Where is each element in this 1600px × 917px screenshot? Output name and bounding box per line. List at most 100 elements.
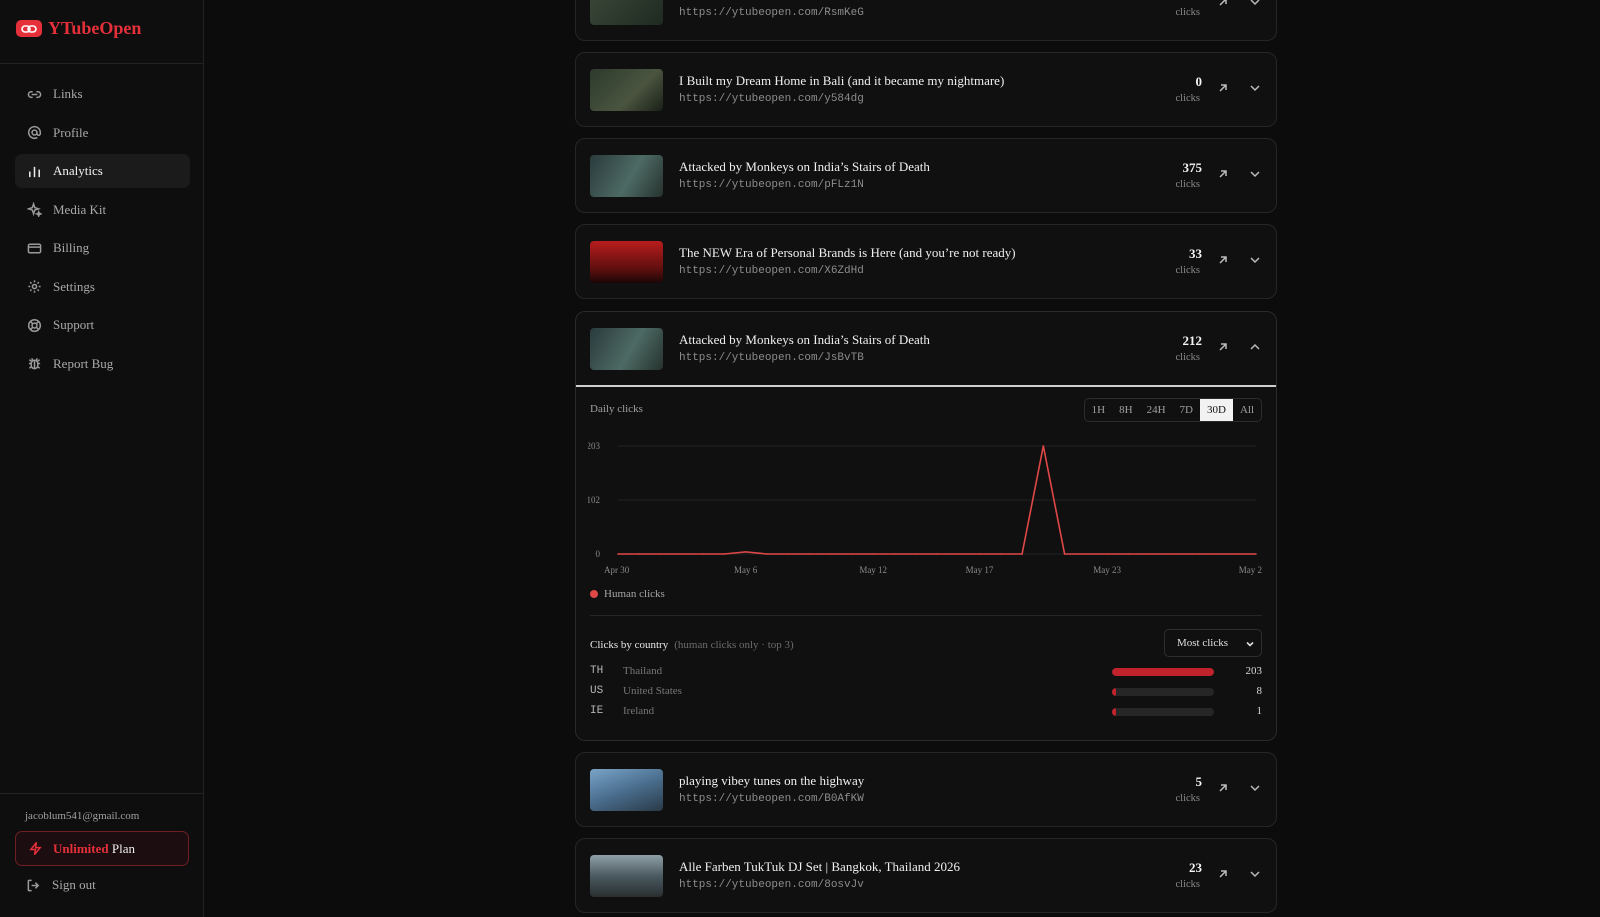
data-point: [787, 553, 789, 555]
chevron-down-icon: [1246, 641, 1254, 647]
sign-out-label: Sign out: [52, 877, 96, 892]
expand-button[interactable]: [1248, 81, 1262, 95]
clicks-by-country-title: Clicks by country (human clicks only · to…: [590, 639, 794, 651]
arrow-up-right-icon: [1219, 343, 1227, 351]
link-url[interactable]: https://ytubeopen.com/pFLz1N: [679, 179, 864, 191]
arrow-up-right-icon: [1219, 0, 1227, 6]
plan-badge[interactable]: Unlimited Plan: [15, 831, 189, 866]
click-count: 33: [1189, 246, 1202, 261]
clicks-label: clicks: [1175, 793, 1201, 804]
y-tick-label: 102: [588, 495, 600, 505]
link-card[interactable]: https://ytubeopen.com/RsmKeG clicks: [575, 0, 1277, 41]
data-point: [702, 553, 704, 555]
arrow-up-right-icon: [1219, 784, 1227, 792]
link-title: Alle Farben TukTuk DJ Set | Bangkok, Tha…: [679, 859, 961, 874]
click-count: 375: [1182, 160, 1203, 175]
link-url[interactable]: https://ytubeopen.com/JsBvTB: [679, 352, 864, 364]
bug-icon: [28, 358, 41, 370]
range-24h[interactable]: 24H: [1140, 399, 1173, 421]
video-thumbnail: [590, 0, 663, 25]
chevron-down-icon: [1250, 0, 1260, 6]
sidebar-item-analytics[interactable]: Analytics: [15, 154, 190, 188]
expand-button[interactable]: [1248, 253, 1262, 267]
data-point: [936, 553, 938, 555]
data-point: [1106, 553, 1108, 555]
app-logo[interactable]: YTubeOpen: [16, 18, 141, 39]
expand-button[interactable]: [1248, 167, 1262, 181]
range-1h[interactable]: 1H: [1085, 399, 1112, 421]
clicks-label: clicks: [1175, 93, 1201, 104]
logo-link-icon: [16, 20, 42, 37]
data-point: [829, 553, 832, 555]
chevron-down-icon: [1250, 871, 1260, 878]
lifebuoy-icon: [27, 318, 42, 332]
link-url[interactable]: https://ytubeopen.com/RsmKeG: [679, 7, 864, 19]
sidebar-item-report-bug[interactable]: Report Bug: [15, 347, 190, 381]
sidebar-item-profile[interactable]: Profile: [15, 116, 190, 150]
plan-name: Unlimited: [53, 840, 109, 856]
open-link-button[interactable]: [1216, 0, 1230, 9]
range-all[interactable]: All: [1233, 399, 1261, 421]
link-title: playing vibey tunes on the highway: [679, 773, 865, 788]
link-card[interactable]: The NEW Era of Personal Brands is Here (…: [575, 224, 1277, 299]
sidebar-item-label: Links: [53, 86, 83, 101]
country-row: US United States 8: [590, 685, 1262, 701]
clicks-label: clicks: [1175, 7, 1201, 18]
data-point: [617, 553, 619, 555]
collapse-button[interactable]: [1248, 340, 1262, 354]
country-bar: [1112, 668, 1214, 676]
link-url[interactable]: https://ytubeopen.com/X6ZdHd: [679, 265, 864, 277]
click-count: 23: [1189, 860, 1202, 875]
sidebar-item-settings[interactable]: Settings: [15, 270, 190, 304]
sort-select[interactable]: Most clicks: [1164, 629, 1262, 657]
open-link-button[interactable]: [1216, 253, 1230, 267]
country-row: TH Thailand 203: [590, 665, 1262, 681]
expand-button[interactable]: [1248, 781, 1262, 795]
sign-out-button[interactable]: Sign out: [26, 877, 96, 893]
link-card[interactable]: I Built my Dream Home in Bali (and it be…: [575, 52, 1277, 127]
expand-button[interactable]: [1248, 867, 1262, 881]
link-card[interactable]: Alle Farben TukTuk DJ Set | Bangkok, Tha…: [575, 838, 1277, 913]
video-thumbnail: [590, 241, 663, 283]
range-30d[interactable]: 30D: [1199, 399, 1233, 421]
open-link-button[interactable]: [1216, 867, 1230, 881]
account-email: jacoblum541@gmail.com: [25, 810, 140, 822]
data-point: [1063, 553, 1066, 555]
link-url[interactable]: https://ytubeopen.com/8osvJv: [679, 879, 864, 891]
link-card[interactable]: playing vibey tunes on the highway https…: [575, 752, 1277, 827]
link-url[interactable]: https://ytubeopen.com/y584dg: [679, 93, 864, 105]
data-point: [1255, 553, 1257, 555]
open-link-button[interactable]: [1216, 781, 1230, 795]
open-link-button[interactable]: [1216, 340, 1230, 354]
chevron-down-icon: [1250, 785, 1260, 792]
sidebar-divider: [0, 793, 204, 794]
sidebar-item-label: Support: [53, 317, 95, 332]
sidebar-item-billing[interactable]: Billing: [15, 231, 190, 265]
range-7d[interactable]: 7D: [1173, 399, 1200, 421]
sidebar-item-support[interactable]: Support: [15, 308, 190, 342]
sidebar: YTubeOpen Links Profile Analytics Media …: [0, 0, 204, 917]
data-point: [1021, 553, 1023, 555]
clicks-label: clicks: [1175, 265, 1201, 276]
sidebar-item-label: Media Kit: [53, 201, 107, 217]
data-point: [659, 553, 662, 555]
data-point: [808, 553, 811, 555]
country-clicks: 1: [1256, 705, 1263, 717]
link-card-header[interactable]: Attacked by Monkeys on India’s Stairs of…: [576, 312, 1276, 387]
at-icon: [27, 125, 42, 139]
daily-clicks-chart: 203 102 0Apr 30 May 6 May 12 May 17 May 23 May …: [588, 441, 1262, 575]
data-point: [766, 553, 768, 555]
country-name: Ireland: [623, 705, 655, 717]
open-link-button[interactable]: [1216, 81, 1230, 95]
sidebar-item-media-kit[interactable]: Media Kit: [15, 193, 190, 227]
link-card[interactable]: Attacked by Monkeys on India’s Stairs of…: [575, 138, 1277, 213]
expand-button[interactable]: [1248, 0, 1262, 9]
range-8h[interactable]: 8H: [1112, 399, 1139, 421]
link-url[interactable]: https://ytubeopen.com/B0AfKW: [679, 793, 864, 805]
sidebar-item-label: Analytics: [53, 163, 103, 178]
arrow-up-right-icon: [1219, 84, 1227, 92]
sidebar-item-links[interactable]: Links: [15, 77, 190, 111]
data-point: [681, 553, 683, 555]
legend-label: Human clicks: [604, 588, 665, 600]
open-link-button[interactable]: [1216, 167, 1230, 181]
